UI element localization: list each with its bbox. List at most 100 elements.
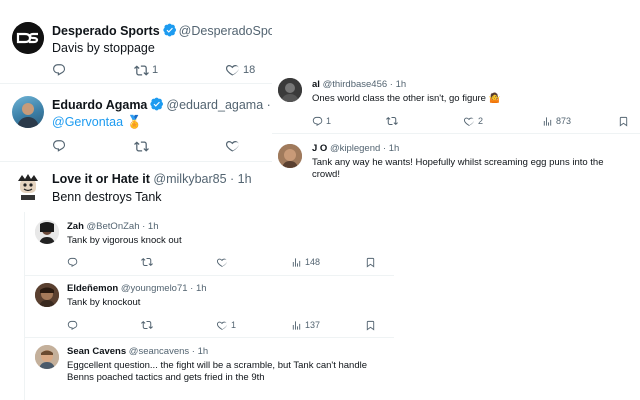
display-name[interactable]: Eldeñemon: [67, 283, 118, 294]
retweet-icon: [386, 115, 398, 127]
like-button[interactable]: [217, 257, 228, 268]
tweet-actions: 1 2 873: [312, 114, 632, 128]
tweet-text: Ones world class the other isn't, go fig…: [312, 93, 501, 104]
tweet-header: al @thirdbase456 · 1h: [312, 79, 632, 90]
tweet-sean-cavens[interactable]: Sean Cavens @seancavens · 1h Eggcellent …: [25, 338, 394, 400]
reply-icon: [52, 63, 66, 77]
display-name[interactable]: Zah: [67, 221, 84, 232]
replies-panel: Zah @BetOnZah · 1h Tank by vigorous knoc…: [24, 212, 394, 400]
reply-icon: [67, 320, 78, 331]
person-photo-icon: [17, 103, 39, 128]
tweet-desperado-sports[interactable]: Desperado Sports @DesperadoSport Davis by…: [0, 0, 272, 84]
tweet-text: @Gervontaa 🏅: [52, 114, 142, 130]
bookmark-button[interactable]: [365, 257, 376, 268]
bookmark-button[interactable]: [365, 320, 376, 331]
avatar[interactable]: [12, 170, 44, 202]
tweet-header: Love it or Hate it @milkybar85 · 1h: [52, 172, 272, 186]
reply-button[interactable]: [52, 63, 66, 77]
bookmark-icon: [365, 320, 376, 331]
handle[interactable]: @youngmelo71 · 1h: [121, 283, 207, 294]
display-name[interactable]: Love it or Hate it: [52, 172, 150, 186]
views-button[interactable]: 137: [291, 320, 320, 331]
tweet-text: Eggcellent question... the fight will be…: [67, 360, 368, 384]
retweet-icon: [141, 319, 153, 331]
user-photo-icon: [35, 220, 59, 244]
reply-button[interactable]: [52, 139, 66, 153]
handle[interactable]: @BetOnZah · 1h: [87, 221, 159, 232]
like-button[interactable]: 2: [464, 116, 483, 127]
mention-link[interactable]: @Gervontaa: [52, 115, 123, 129]
tweet-header: Sean Cavens @seancavens · 1h: [67, 346, 387, 357]
display-name[interactable]: Eduardo Agama: [52, 98, 147, 112]
handle[interactable]: @DesperadoSport: [179, 24, 272, 38]
view-count: 137: [305, 320, 321, 330]
display-name[interactable]: Desperado Sports: [52, 24, 160, 38]
left-feed-panel: Desperado Sports @DesperadoSport Davis by…: [0, 0, 272, 212]
retweet-icon: [134, 63, 149, 78]
tweet-text: Benn destroys Tank: [52, 190, 162, 204]
view-count: 873: [556, 116, 572, 126]
like-button[interactable]: 1: [217, 320, 236, 331]
tweet-actions: [52, 138, 272, 154]
cartoon-avatar-icon: [18, 174, 38, 200]
display-name[interactable]: J O: [312, 143, 327, 154]
tweet-eduardo-agama[interactable]: Eduardo Agama @eduard_agama · Feb @Gervon…: [0, 84, 272, 162]
tweet-actions: 148: [67, 255, 387, 269]
medal-emoji: 🏅: [126, 115, 143, 129]
right-feed-panel: al @thirdbase456 · 1h Ones world class t…: [272, 68, 640, 200]
tweet-text: Davis by stoppage: [52, 41, 155, 55]
retweet-button[interactable]: [141, 256, 153, 268]
display-name[interactable]: al: [312, 79, 320, 90]
views-button[interactable]: 148: [291, 257, 320, 268]
views-button[interactable]: 873: [542, 116, 571, 127]
retweet-button[interactable]: [386, 115, 398, 127]
handle[interactable]: @kiplegend · 1h: [330, 143, 399, 154]
retweet-count: 1: [152, 64, 159, 76]
reply-button[interactable]: [67, 320, 78, 331]
handle[interactable]: @thirdbase456 · 1h: [323, 79, 407, 90]
ds-logo-icon: [12, 22, 44, 54]
tweet-text: Tank by vigorous knock out: [67, 235, 182, 246]
avatar[interactable]: [12, 22, 44, 54]
reply-icon: [312, 116, 323, 127]
tweet-header: J O @kiplegend · 1h: [312, 143, 632, 154]
avatar[interactable]: [278, 78, 302, 102]
handle[interactable]: @milkybar85 · 1h: [153, 172, 251, 186]
avatar[interactable]: [12, 96, 44, 128]
tweet-eldenemon[interactable]: Eldeñemon @youngmelo71 · 1h Tank by knoc…: [25, 276, 394, 338]
tweet-love-it-or-hate-it[interactable]: Love it or Hate it @milkybar85 · 1h Benn…: [0, 162, 272, 212]
tweet-actions: 1 18: [52, 62, 272, 78]
retweet-button[interactable]: 1: [134, 63, 158, 78]
like-count: 2: [478, 116, 484, 126]
retweet-icon: [134, 139, 149, 154]
retweet-button[interactable]: [141, 319, 153, 331]
avatar[interactable]: [35, 220, 59, 244]
like-button[interactable]: [226, 139, 240, 153]
bookmark-icon: [618, 116, 629, 127]
tweet-header: Desperado Sports @DesperadoSport: [52, 23, 272, 38]
user-photo-icon: [35, 345, 59, 369]
tweet-zah[interactable]: Zah @BetOnZah · 1h Tank by vigorous knoc…: [25, 212, 394, 276]
reply-button[interactable]: 1: [312, 116, 331, 127]
bookmark-button[interactable]: [618, 116, 629, 127]
reply-count: 1: [326, 116, 332, 126]
tweet-actions: 1 137: [67, 318, 387, 332]
reply-button[interactable]: [67, 257, 78, 268]
handle[interactable]: @eduard_agama · Feb: [166, 98, 272, 112]
like-count: 18: [243, 64, 256, 76]
avatar[interactable]: [35, 283, 59, 307]
views-chart-icon: [291, 257, 302, 268]
avatar[interactable]: [35, 345, 59, 369]
tweet-text: Tank by knockout: [67, 297, 141, 308]
tweet-al[interactable]: al @thirdbase456 · 1h Ones world class t…: [272, 68, 640, 134]
tweet-j-o[interactable]: J O @kiplegend · 1h Tank any way he want…: [272, 134, 640, 200]
views-chart-icon: [542, 116, 553, 127]
display-name[interactable]: Sean Cavens: [67, 346, 126, 357]
handle[interactable]: @seancavens · 1h: [129, 346, 208, 357]
avatar[interactable]: [278, 144, 302, 168]
heart-icon: [217, 257, 228, 268]
views-chart-icon: [291, 320, 302, 331]
heart-icon: [226, 139, 240, 153]
retweet-button[interactable]: [134, 139, 149, 154]
like-button[interactable]: 18: [226, 63, 255, 77]
